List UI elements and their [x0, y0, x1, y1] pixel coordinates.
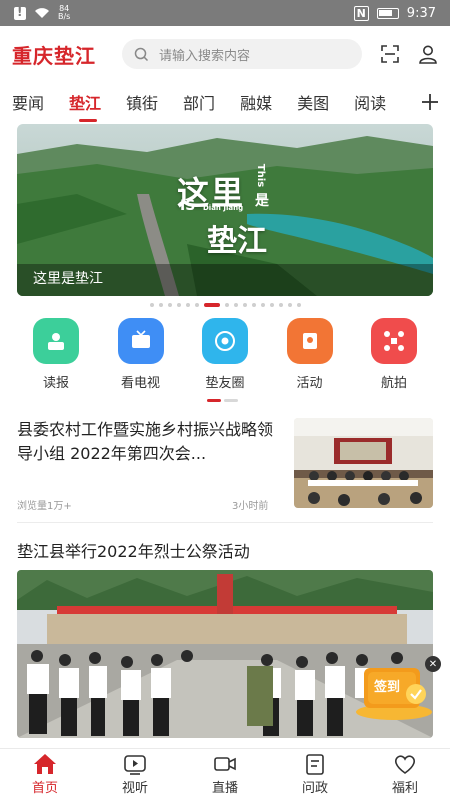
news-time: 3小时前 — [232, 501, 269, 512]
home-icon — [34, 754, 56, 774]
search-input[interactable]: 请输入搜索内容 — [122, 39, 362, 69]
channel-tab-yuedu[interactable]: 阅读 — [354, 90, 386, 114]
channel-tab-yaowen[interactable]: 要闻 — [12, 90, 44, 114]
channel-tab-meitu[interactable]: 美图 — [297, 90, 329, 114]
scan-icon[interactable] — [380, 44, 400, 64]
close-icon[interactable]: ✕ — [425, 656, 441, 672]
banner-carousel[interactable]: 这里 This 是 IS Dian Jiang 垫江 这里是垫江 — [17, 124, 433, 296]
channel-tab-dianjiang[interactable]: 垫江 — [69, 90, 101, 122]
wifi-icon — [35, 8, 49, 18]
tv-icon — [117, 318, 164, 364]
user-icon[interactable] — [418, 44, 438, 64]
video-icon — [124, 755, 146, 775]
quick-link-read-paper[interactable]: 读报 — [26, 318, 86, 392]
channel-tabs: 要闻 垫江 镇街 部门 融媒 美图 阅读 — [0, 82, 450, 122]
tab-welfare[interactable]: 福利 — [360, 749, 450, 800]
quick-links-indicator — [207, 399, 243, 403]
quick-link-watch-tv[interactable]: 看电视 — [111, 318, 171, 392]
quick-link-aerial[interactable]: 航拍 — [364, 318, 424, 392]
newspaper-icon — [33, 318, 79, 364]
battery-icon — [376, 7, 399, 19]
add-channel-button[interactable] — [410, 82, 450, 122]
drone-icon — [371, 318, 417, 364]
nfc-icon: N — [353, 5, 369, 21]
news-item[interactable]: 县委农村工作暨实施乡村振兴战略领导小组 2022年第四次会... 浏览量1万+ … — [17, 412, 433, 512]
sign-in-label: 签到 — [374, 680, 401, 695]
divider — [17, 522, 433, 523]
heart-icon — [395, 755, 415, 774]
status-time: 9:37 — [406, 5, 436, 21]
sign-in-badge[interactable]: 签到 — [354, 660, 434, 722]
news-views: 浏览量1万+ — [17, 501, 72, 512]
search-placeholder: 请输入搜索内容 — [159, 48, 251, 64]
banner-overlay-is: IS — [180, 198, 196, 214]
channel-tab-zhenjie[interactable]: 镇街 — [126, 90, 158, 114]
notification-icon — [14, 5, 26, 20]
news-thumbnail — [294, 418, 433, 508]
tab-inquiry[interactable]: 问政 — [270, 749, 360, 800]
banner-overlay-shi: 是 — [255, 193, 269, 209]
search-icon — [134, 47, 149, 61]
tab-video[interactable]: 视听 — [90, 749, 180, 800]
network-speed: 84 B/s — [58, 4, 71, 21]
carousel-indicator — [0, 303, 450, 309]
quick-link-friends-circle[interactable]: 垫友圈 — [195, 318, 255, 392]
app-logo[interactable]: 重庆垫江 — [12, 40, 114, 69]
quick-link-activity[interactable]: 活动 — [280, 318, 340, 392]
tab-home[interactable]: 首页 — [0, 749, 90, 800]
banner-overlay-this: This — [255, 163, 267, 188]
plus-icon — [422, 94, 438, 110]
app-header: 重庆垫江 请输入搜索内容 — [0, 26, 450, 82]
carousel-dot-active — [203, 303, 220, 307]
channel-tab-rongmei[interactable]: 融媒 — [240, 90, 272, 114]
activity-icon — [286, 318, 333, 364]
bottom-tab-bar: 首页 视听 直播 问政 福利 — [0, 748, 450, 800]
document-icon — [306, 754, 324, 775]
news-title: 县委农村工作暨实施乡村振兴战略领导小组 2022年第四次会... — [17, 420, 274, 463]
quick-links: 读报 看电视 垫友圈 活动 航拍 — [10, 318, 440, 392]
channel-tab-bumen[interactable]: 部门 — [183, 90, 215, 114]
banner-caption: 这里是垫江 — [33, 271, 103, 287]
banner-overlay-subtitle: 垫江 — [207, 224, 267, 259]
status-bar: 84 B/s N 9:37 — [0, 0, 450, 26]
tab-live[interactable]: 直播 — [180, 749, 270, 800]
banner-overlay-dianjiang-en: Dian Jiang — [203, 204, 244, 212]
aperture-icon — [202, 318, 248, 364]
live-camera-icon — [214, 757, 236, 771]
news-title[interactable]: 垫江县举行2022年烈士公祭活动 — [17, 538, 250, 562]
